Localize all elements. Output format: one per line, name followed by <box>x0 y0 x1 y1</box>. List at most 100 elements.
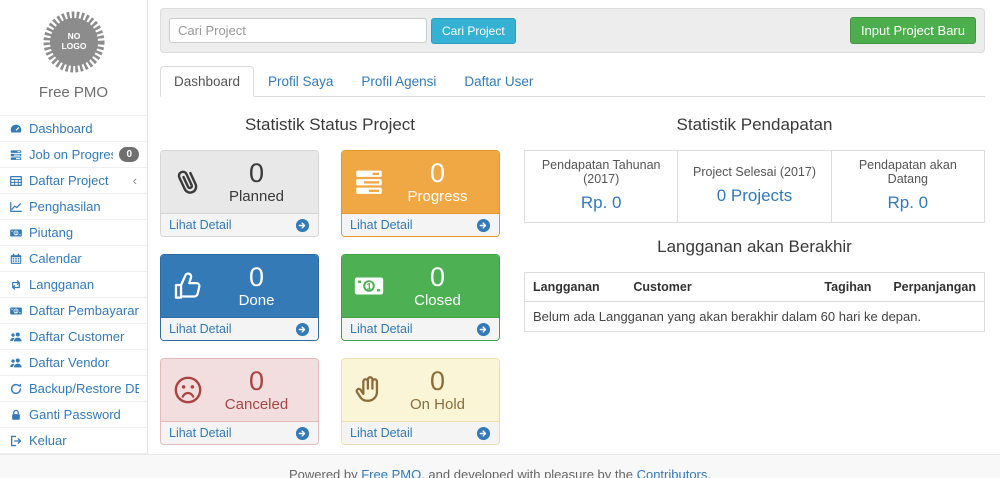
sidebar-item-penghasilan[interactable]: Penghasilan <box>0 193 147 219</box>
arrow-circle-right-icon[interactable] <box>295 322 310 337</box>
income-stat-value[interactable]: Rp. 0 <box>838 193 978 213</box>
status-card-value: 0 <box>249 263 264 291</box>
sidebar-item-langganan[interactable]: Langganan <box>0 271 147 297</box>
brand-name: Free PMO <box>0 84 147 101</box>
tab-bar: Dashboard Profil Saya Profil Agensi Daft… <box>160 66 985 97</box>
status-card-on-hold: 0 On Hold Lihat Detail <box>341 358 500 445</box>
status-card-body: 0 Progress <box>342 151 499 213</box>
sidebar-item-daftar-pembayaran[interactable]: 1 Daftar Pembayaran <box>0 297 147 323</box>
tasks-icon <box>9 148 23 162</box>
status-card-label: Closed <box>414 292 461 309</box>
status-card-body: 1 0 Closed <box>342 255 499 317</box>
status-card-value: 0 <box>430 159 445 187</box>
income-section-title: Statistik Pendapatan <box>524 115 985 135</box>
lock-icon <box>9 408 23 422</box>
contributors-link[interactable]: Contributors <box>637 467 708 478</box>
sidebar-item-label: Daftar Customer <box>29 329 139 344</box>
app-layout: NO LOGO Free PMO Dashboard Job on Progre… <box>0 0 1000 454</box>
search-button[interactable]: Cari Project <box>431 18 516 44</box>
status-card-label: Progress <box>407 188 467 205</box>
arrow-circle-right-icon[interactable] <box>476 426 491 441</box>
income-stat-value[interactable]: Rp. 0 <box>531 193 671 213</box>
search-input[interactable] <box>169 18 427 43</box>
income-stat-label: Pendapatan akan Datang <box>838 158 978 186</box>
status-card-progress: 0 Progress Lihat Detail <box>341 150 500 237</box>
footer-text: , and developed with pleasure by the <box>421 467 636 478</box>
sidebar-item-daftar-customer[interactable]: Daftar Customer <box>0 323 147 349</box>
lihat-detail-link[interactable]: Lihat Detail <box>169 426 232 440</box>
status-badge: 0 <box>119 147 139 162</box>
footer-text: Powered by <box>289 467 361 478</box>
arrow-circle-right-icon[interactable] <box>476 322 491 337</box>
sidebar-item-piutang[interactable]: 1 Piutang <box>0 219 147 245</box>
lihat-detail-link[interactable]: Lihat Detail <box>169 218 232 232</box>
arrow-circle-right-icon[interactable] <box>295 426 310 441</box>
tab-dashboard[interactable]: Dashboard <box>160 66 254 97</box>
arrow-circle-right-icon[interactable] <box>476 218 491 233</box>
subscription-column-header: Perpanjangan <box>885 273 984 302</box>
subscription-column-header: Customer <box>625 273 816 302</box>
status-card-footer: Lihat Detail <box>342 213 499 236</box>
sidebar-item-calendar[interactable]: Calendar <box>0 245 147 271</box>
table-row: Belum ada Langganan yang akan berakhir d… <box>525 302 985 332</box>
tasks-icon <box>352 165 386 199</box>
sidebar-item-label: Daftar Pembayaran <box>29 303 139 318</box>
sidebar-item-label: Job on Progress <box>29 147 113 162</box>
tab-daftar-user[interactable]: Daftar User <box>450 66 547 97</box>
sidebar-item-keluar[interactable]: Keluar <box>0 427 147 454</box>
sidebar-item-label: Keluar <box>29 433 139 448</box>
hand-icon <box>352 373 386 407</box>
income-section: Statistik Pendapatan Pendapatan Tahunan … <box>524 109 985 445</box>
status-card-closed: 1 0 Closed Lihat Detail <box>341 254 500 341</box>
line-chart-icon <box>9 200 23 214</box>
status-card-value: 0 <box>430 367 445 395</box>
money-icon: 1 <box>352 269 386 303</box>
sidebar-item-backup-restore-db[interactable]: Backup/Restore DB <box>0 375 147 401</box>
sidebar-item-ganti-password[interactable]: Ganti Password <box>0 401 147 427</box>
tab-profil-agensi[interactable]: Profil Agensi <box>347 66 450 97</box>
money-icon: 1 <box>9 304 23 318</box>
sidebar-item-label: Piutang <box>29 225 139 240</box>
subscription-column-header: Tagihan <box>816 273 885 302</box>
income-stat-label: Project Selesai (2017) <box>684 165 824 179</box>
status-card-body: 0 Done <box>161 255 318 317</box>
main-content: Cari Project Input Project Baru Dashboar… <box>148 0 1000 454</box>
free-pmo-link[interactable]: Free PMO <box>361 467 421 478</box>
sidebar-item-daftar-project[interactable]: Daftar Project ‹ <box>0 167 147 193</box>
logo-area: NO LOGO Free PMO <box>0 0 147 115</box>
refresh-icon <box>9 382 23 396</box>
status-card-footer: Lihat Detail <box>161 317 318 340</box>
status-card-footer: Lihat Detail <box>342 421 499 444</box>
users-icon <box>9 330 23 344</box>
income-stat-value[interactable]: 0 Projects <box>684 186 824 206</box>
lihat-detail-link[interactable]: Lihat Detail <box>350 322 413 336</box>
sidebar-item-job-on-progress[interactable]: Job on Progress 0 <box>0 141 147 167</box>
svg-text:1: 1 <box>15 231 17 235</box>
status-card-label: Planned <box>229 188 284 205</box>
status-card-label: Canceled <box>225 396 288 413</box>
sidebar-item-dashboard[interactable]: Dashboard <box>0 115 147 141</box>
paperclip-icon <box>171 165 205 199</box>
lihat-detail-link[interactable]: Lihat Detail <box>350 426 413 440</box>
sidebar-item-daftar-vendor[interactable]: Daftar Vendor <box>0 349 147 375</box>
money-icon: 1 <box>9 226 23 240</box>
arrow-circle-right-icon[interactable] <box>295 218 310 233</box>
dashboard-icon <box>9 122 23 136</box>
frown-icon <box>171 373 205 407</box>
no-logo-badge-icon: NO LOGO <box>42 10 106 74</box>
svg-text:1: 1 <box>15 309 17 313</box>
status-card-body: 0 On Hold <box>342 359 499 421</box>
input-project-baru-button[interactable]: Input Project Baru <box>850 17 976 44</box>
signout-icon <box>9 434 23 448</box>
tab-profil-saya[interactable]: Profil Saya <box>254 66 347 97</box>
sidebar-item-label: Daftar Vendor <box>29 355 139 370</box>
status-card-label: On Hold <box>410 396 465 413</box>
sidebar-item-label: Backup/Restore DB <box>29 381 139 396</box>
table-icon <box>9 174 23 188</box>
lihat-detail-link[interactable]: Lihat Detail <box>350 218 413 232</box>
lihat-detail-link[interactable]: Lihat Detail <box>169 322 232 336</box>
status-card-footer: Lihat Detail <box>161 213 318 236</box>
income-stat-label: Pendapatan Tahunan (2017) <box>531 158 671 186</box>
footer-text: . <box>707 467 711 478</box>
sidebar-item-label: Penghasilan <box>29 199 139 214</box>
